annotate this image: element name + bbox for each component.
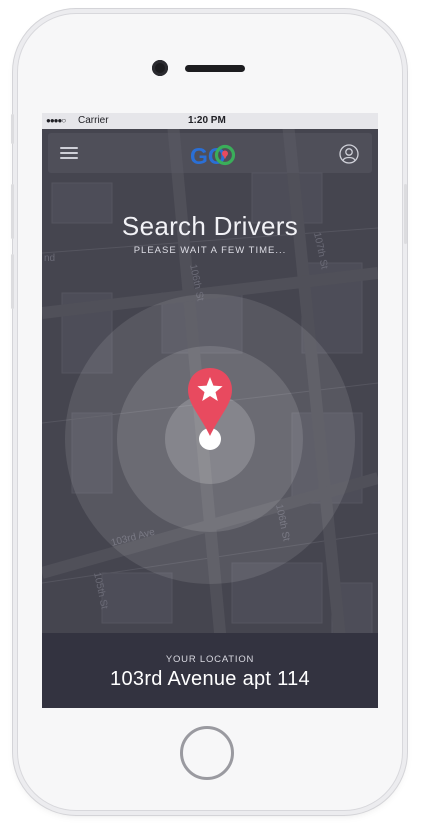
mute-switch — [11, 114, 14, 144]
search-subtitle: PLEASE WAIT A FEW TIME... — [133, 245, 287, 256]
front-camera — [152, 60, 168, 76]
status-time: 1:20 PM — [188, 115, 226, 126]
your-location-label: YOUR LOCATION — [165, 654, 255, 665]
user-profile-icon[interactable] — [339, 144, 359, 164]
search-title: Search Drivers — [121, 211, 299, 241]
your-location-address: 103rd Avenue apt 114 — [110, 668, 310, 690]
top-navbar: GO — [48, 133, 372, 173]
home-button[interactable] — [180, 726, 234, 780]
earpiece-speaker — [185, 65, 245, 72]
signal-strength-icon: ●●●●○ — [46, 116, 66, 125]
app-screen: 107th St 106th St 103rd Ave 106th St 105… — [42, 113, 378, 708]
power-button — [404, 184, 407, 244]
volume-up-button — [11, 184, 14, 239]
your-location-panel[interactable]: YOUR LOCATION 103rd Avenue apt 114 — [42, 633, 378, 708]
go-logo: GO — [190, 143, 236, 167]
volume-down-button — [11, 254, 14, 309]
carrier-label: Carrier — [78, 115, 109, 126]
star-location-pin-icon[interactable] — [186, 367, 234, 437]
status-bar: ●●●●○ Carrier 1:20 PM — [42, 113, 378, 129]
hamburger-menu-icon[interactable] — [60, 147, 78, 160]
